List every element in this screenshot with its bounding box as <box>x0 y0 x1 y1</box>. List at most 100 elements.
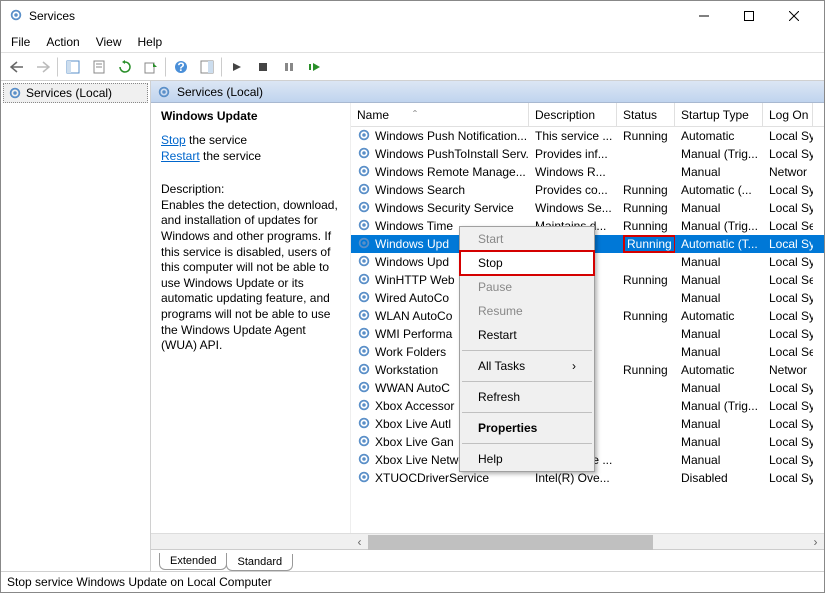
col-name[interactable]: Nameˆ <box>351 103 529 126</box>
tab-standard[interactable]: Standard <box>226 554 293 571</box>
maximize-button[interactable] <box>726 2 771 30</box>
detail-title: Windows Update <box>161 109 340 123</box>
ctx-restart[interactable]: Restart <box>460 323 594 347</box>
content-header-label: Services (Local) <box>177 85 263 99</box>
ctx-stop[interactable]: Stop <box>460 251 594 275</box>
tree-item-services-local[interactable]: Services (Local) <box>3 83 148 103</box>
stop-service-button[interactable] <box>251 55 275 79</box>
gear-icon <box>357 272 371 289</box>
content-pane: Services (Local) Windows Update Stop the… <box>151 81 824 571</box>
start-service-button[interactable] <box>225 55 249 79</box>
menu-help[interactable]: Help <box>132 33 169 51</box>
gear-icon <box>357 452 371 469</box>
ctx-all-tasks[interactable]: All Tasks› <box>460 354 594 378</box>
view-tabs: Extended Standard <box>151 549 824 571</box>
ctx-properties[interactable]: Properties <box>460 416 594 440</box>
ctx-separator <box>462 350 592 351</box>
detail-pane: Windows Update Stop the service Restart … <box>151 103 351 533</box>
export-button[interactable] <box>139 55 163 79</box>
help-button[interactable]: ? <box>169 55 193 79</box>
gear-icon <box>157 85 171 99</box>
horizontal-scrollbar[interactable]: ‹ › <box>151 533 824 550</box>
pause-service-button[interactable] <box>277 55 301 79</box>
scroll-track[interactable] <box>368 534 807 551</box>
content-header: Services (Local) <box>151 81 824 103</box>
back-button[interactable] <box>5 55 29 79</box>
gear-icon <box>357 470 371 487</box>
close-button[interactable] <box>771 2 816 30</box>
toolbar-divider <box>221 57 223 77</box>
gear-icon <box>357 254 371 271</box>
main-area: Services (Local) Services (Local) Window… <box>1 81 824 572</box>
forward-button[interactable] <box>31 55 55 79</box>
minimize-button[interactable] <box>681 2 726 30</box>
gear-icon <box>357 128 371 145</box>
ctx-pause: Pause <box>460 275 594 299</box>
gear-icon <box>357 164 371 181</box>
ctx-resume: Resume <box>460 299 594 323</box>
col-status[interactable]: Status <box>617 103 675 126</box>
menu-action[interactable]: Action <box>40 33 85 51</box>
tree-pane: Services (Local) <box>1 81 151 571</box>
chevron-right-icon: › <box>572 359 576 373</box>
stop-service-link[interactable]: Stop <box>161 133 186 147</box>
ctx-refresh[interactable]: Refresh <box>460 385 594 409</box>
tree-item-label: Services (Local) <box>26 86 112 100</box>
gear-icon <box>8 86 22 100</box>
service-row[interactable]: Windows Push Notification...This service… <box>351 127 824 145</box>
gear-icon <box>357 380 371 397</box>
titlebar: Services <box>1 1 824 31</box>
gear-icon <box>357 218 371 235</box>
gear-icon <box>357 326 371 343</box>
gear-icon <box>357 416 371 433</box>
statusbar: Stop service Windows Update on Local Com… <box>1 572 824 592</box>
description-text: Enables the detection, download, and ins… <box>161 198 340 354</box>
restart-suffix: the service <box>200 149 261 163</box>
refresh-button[interactable] <box>113 55 137 79</box>
ctx-separator <box>462 412 592 413</box>
ctx-separator <box>462 443 592 444</box>
sort-asc-icon: ˆ <box>413 108 417 122</box>
properties-button[interactable] <box>87 55 111 79</box>
ctx-start: Start <box>460 227 594 251</box>
restart-service-button[interactable] <box>303 55 327 79</box>
tab-extended[interactable]: Extended <box>159 553 227 570</box>
col-startup[interactable]: Startup Type <box>675 103 763 126</box>
toolbar-divider <box>57 57 59 77</box>
action-pane-button[interactable] <box>195 55 219 79</box>
scroll-thumb[interactable] <box>368 535 653 550</box>
show-hide-tree-button[interactable] <box>61 55 85 79</box>
service-row[interactable]: Windows Remote Manage...Windows R...Manu… <box>351 163 824 181</box>
context-menu: Start Stop Pause Resume Restart All Task… <box>459 226 595 472</box>
gear-icon <box>357 182 371 199</box>
menu-file[interactable]: File <box>5 33 36 51</box>
gear-icon <box>357 290 371 307</box>
ctx-help[interactable]: Help <box>460 447 594 471</box>
col-logon[interactable]: Log On <box>763 103 813 126</box>
stop-suffix: the service <box>186 133 247 147</box>
gear-icon <box>357 200 371 217</box>
gear-icon <box>357 308 371 325</box>
ctx-separator <box>462 381 592 382</box>
app-icon <box>9 8 23 25</box>
gear-icon <box>357 344 371 361</box>
window-title: Services <box>29 9 681 23</box>
scroll-right-button[interactable]: › <box>807 534 824 551</box>
service-row[interactable]: Windows SearchProvides co...RunningAutom… <box>351 181 824 199</box>
description-label: Description: <box>161 182 340 198</box>
gear-icon <box>357 398 371 415</box>
svg-text:?: ? <box>177 60 184 74</box>
menubar: File Action View Help <box>1 31 824 53</box>
content-body: Windows Update Stop the service Restart … <box>151 103 824 533</box>
scroll-left-button[interactable]: ‹ <box>351 534 368 551</box>
toolbar-divider <box>165 57 167 77</box>
list-header: Nameˆ Description Status Startup Type Lo… <box>351 103 824 127</box>
service-row[interactable]: Windows PushToInstall Serv...Provides in… <box>351 145 824 163</box>
menu-view[interactable]: View <box>90 33 128 51</box>
toolbar: ? <box>1 53 824 81</box>
service-row[interactable]: Windows Security ServiceWindows Se...Run… <box>351 199 824 217</box>
service-list: Nameˆ Description Status Startup Type Lo… <box>351 103 824 533</box>
restart-service-link[interactable]: Restart <box>161 149 200 163</box>
gear-icon <box>357 236 371 253</box>
col-description[interactable]: Description <box>529 103 617 126</box>
